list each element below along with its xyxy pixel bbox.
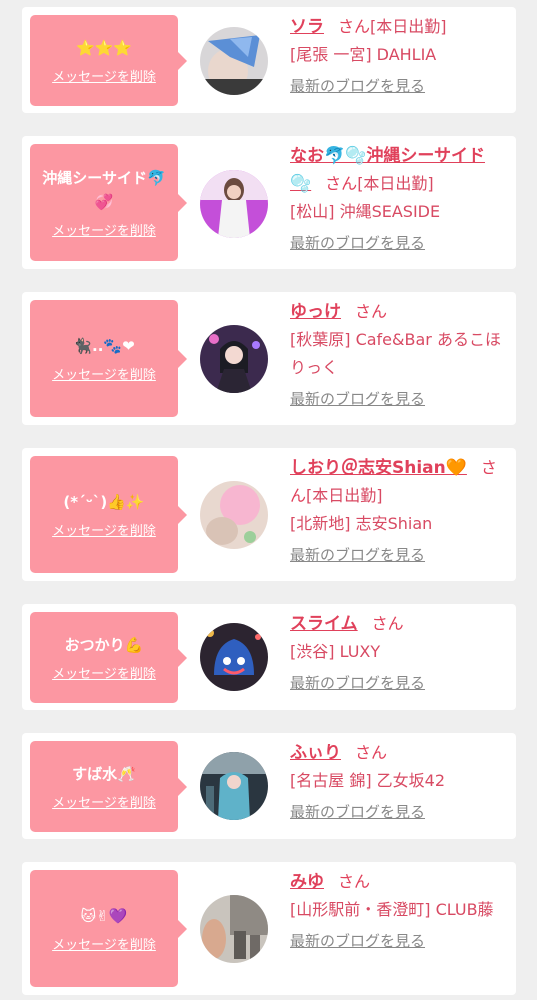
profile-info: ソラ さん[本日出勤] [尾張 一宮] DAHLIA 最新のブログを見る [290,13,504,96]
message-bubble: 沖縄シーサイド🐬💞 メッセージを削除 [30,144,187,261]
shop-label: [尾張 一宮] DAHLIA [290,45,437,64]
latest-blog-link[interactable]: 最新のブログを見る [290,232,425,253]
delete-message-link[interactable]: メッセージを削除 [52,220,156,239]
profile-info: ゆっけ さん [秋葉原] Cafe&Bar あるこほりっく 最新のブログを見る [290,298,504,409]
latest-blog-link[interactable]: 最新のブログを見る [290,672,425,693]
profile-name-link[interactable]: ふぃり [290,743,341,763]
avatar[interactable] [200,170,268,238]
profile-info: なお🐬🫧沖縄シーサイド🫧 さん[本日出勤] [松山] 沖縄SEASIDE 最新のブ… [290,142,504,253]
latest-blog-link[interactable]: 最新のブログを見る [290,544,425,565]
avatar[interactable] [200,623,268,691]
list-item: 🐱✌💜 メッセージを削除 みゆ さん [山形駅前・香澄町] CLUB藤 最新のブロ… [22,862,516,995]
honorific: さん [355,302,388,321]
profile-info: しおり＠志安Shian🧡 さん[本日出勤] [北新地] 志安Shian 最新のブロ… [290,454,504,565]
message-bubble: 🐱✌💜 メッセージを削除 [30,870,187,987]
list-item: 🐈‍⬛..🐾❤ メッセージを削除 ゆっけ さん [秋葉原] Cafe&Bar ある… [22,292,516,425]
honorific: さん [338,872,371,891]
delete-message-link[interactable]: メッセージを削除 [52,66,156,85]
latest-blog-link[interactable]: 最新のブログを見る [290,930,425,951]
latest-blog-link[interactable]: 最新のブログを見る [290,801,425,822]
work-status: [本日出勤] [370,17,447,36]
honorific: さん [325,174,358,193]
honorific: さん [355,743,388,762]
avatar[interactable] [200,27,268,95]
delete-message-link[interactable]: メッセージを削除 [52,364,156,383]
profile-name-link[interactable]: スライム [290,614,358,634]
list-item: 沖縄シーサイド🐬💞 メッセージを削除 なお🐬🫧沖縄シーサイド🫧 さん[本日出勤] … [22,136,516,269]
delete-message-link[interactable]: メッセージを削除 [52,792,156,811]
message-bubble: 🐈‍⬛..🐾❤ メッセージを削除 [30,300,187,417]
work-status: [本日出勤] [306,486,383,505]
message-text: 沖縄シーサイド🐬💞 [42,169,166,211]
list-item: おつかり💪 メッセージを削除 スライム さん [渋谷] LUXY 最新のブログを見… [22,604,516,710]
message-text: すば水🥂 [72,765,136,783]
latest-blog-link[interactable]: 最新のブログを見る [290,75,425,96]
avatar[interactable] [200,325,268,393]
shop-label: [渋谷] LUXY [290,642,381,661]
list-item: (*ˊᵕˋ)👍✨ メッセージを削除 しおり＠志安Shian🧡 さん[本日出勤] [… [22,448,516,581]
shop-label: [松山] 沖縄SEASIDE [290,202,441,221]
avatar[interactable] [200,895,268,963]
honorific: さん [371,614,404,633]
message-text: 🐱✌💜 [80,907,128,925]
avatar[interactable] [200,752,268,820]
message-text: ⭐⭐⭐ [75,39,133,57]
delete-message-link[interactable]: メッセージを削除 [52,934,156,953]
profile-info: みゆ さん [山形駅前・香澄町] CLUB藤 最新のブログを見る [290,868,504,951]
list-item: すば水🥂 メッセージを削除 ふぃり さん [名古屋 錦] 乙女坂42 最新のブログ… [22,733,516,839]
work-status: [本日出勤] [357,174,434,193]
honorific: さん [338,17,371,36]
message-text: 🐈‍⬛..🐾❤ [73,337,135,355]
shop-label: [秋葉原] Cafe&Bar あるこほりっく [290,330,501,377]
delete-message-link[interactable]: メッセージを削除 [52,663,156,682]
delete-message-link[interactable]: メッセージを削除 [52,520,156,539]
shop-label: [山形駅前・香澄町] CLUB藤 [290,900,494,919]
message-bubble: ⭐⭐⭐ メッセージを削除 [30,15,187,106]
list-item: ⭐⭐⭐ メッセージを削除 ソラ さん[本日出勤] [尾張 一宮] DAHLIA 最… [22,7,516,113]
shop-label: [北新地] 志安Shian [290,514,433,533]
profile-info: ふぃり さん [名古屋 錦] 乙女坂42 最新のブログを見る [290,739,504,822]
profile-info: スライム さん [渋谷] LUXY 最新のブログを見る [290,610,504,693]
profile-name-link[interactable]: みゆ [290,872,324,892]
message-text: (*ˊᵕˋ)👍✨ [63,493,145,511]
avatar[interactable] [200,481,268,549]
message-bubble: (*ˊᵕˋ)👍✨ メッセージを削除 [30,456,187,573]
message-text: おつかり💪 [64,636,144,654]
shop-label: [名古屋 錦] 乙女坂42 [290,771,446,790]
profile-name-link[interactable]: しおり＠志安Shian🧡 [290,458,467,478]
profile-name-link[interactable]: ソラ [290,17,324,37]
message-bubble: すば水🥂 メッセージを削除 [30,741,187,832]
message-bubble: おつかり💪 メッセージを削除 [30,612,187,703]
profile-name-link[interactable]: ゆっけ [290,302,341,322]
latest-blog-link[interactable]: 最新のブログを見る [290,388,425,409]
